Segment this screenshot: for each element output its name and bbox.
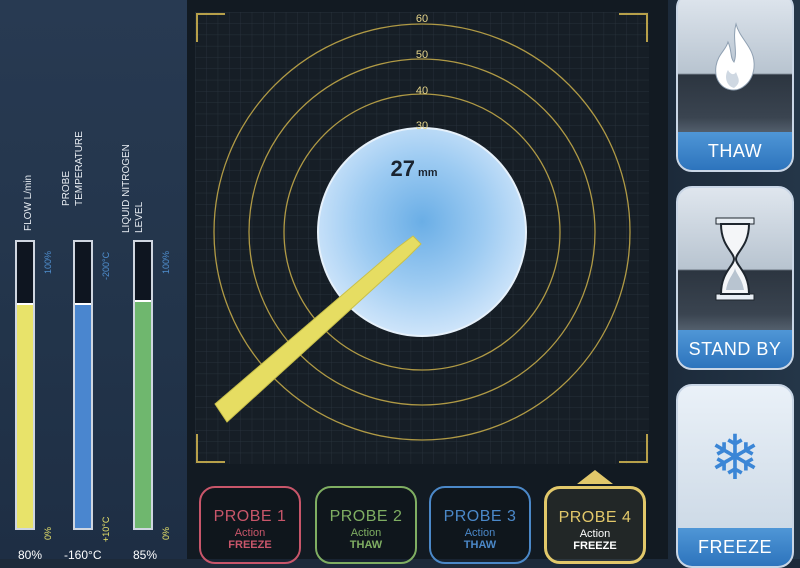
liquid-nitrogen-gauge: LIQUID NITROGEN LEVEL 100% 0% 85% xyxy=(118,0,184,562)
standby-label: STAND BY xyxy=(678,330,792,368)
distance-value: 27 xyxy=(391,156,415,181)
flow-gauge-label: FLOW L/min xyxy=(23,174,34,231)
flow-gauge-max: 100% xyxy=(43,250,53,274)
probe-temperature-gauge: PROBE TEMPERATURE -200°C +10°C -160°C xyxy=(58,0,118,562)
ring-label-30: 30 xyxy=(416,120,428,132)
probe-temperature-track xyxy=(73,240,93,530)
flow-gauge-value: 80% xyxy=(18,548,43,562)
liquid-nitrogen-min: 0% xyxy=(161,526,171,540)
probe-3-mode: THAW xyxy=(463,539,497,551)
flow-gauge-min: 0% xyxy=(43,526,53,540)
liquid-nitrogen-value: 85% xyxy=(133,548,158,562)
liquid-nitrogen-label-line1: LIQUID NITROGEN xyxy=(121,144,132,233)
flow-gauge-track xyxy=(15,240,35,530)
ring-label-40: 40 xyxy=(416,85,428,97)
liquid-nitrogen-track xyxy=(133,240,153,530)
probe-temperature-fill xyxy=(75,302,91,528)
hourglass-icon xyxy=(678,216,792,307)
probe-2-name: PROBE 2 xyxy=(329,508,403,525)
thaw-button[interactable]: THAW xyxy=(676,0,794,172)
probe-2-action-label: Action xyxy=(350,527,382,539)
target-display: 60 50 40 30 27 mm PROBE 1 Action FREEZE … xyxy=(187,0,668,564)
probe-3-button[interactable]: PROBE 3 Action THAW xyxy=(429,486,531,564)
probe-1-name: PROBE 1 xyxy=(213,508,287,525)
gauge-panel: FLOW L/min 100% 0% 80% PROBE TEMPERATURE… xyxy=(0,0,187,562)
probe-temperature-label-line2: TEMPERATURE xyxy=(74,131,85,206)
ring-label-50: 50 xyxy=(416,49,428,61)
ring-label-60: 60 xyxy=(416,13,428,25)
probe-2-mode: THAW xyxy=(349,539,383,551)
probe-1-mode: FREEZE xyxy=(228,539,272,551)
standby-button[interactable]: STAND BY xyxy=(676,186,794,370)
probe-3-name: PROBE 3 xyxy=(443,508,517,525)
liquid-nitrogen-max: 100% xyxy=(161,250,171,274)
probe-selector: PROBE 1 Action FREEZE PROBE 2 Action THA… xyxy=(187,470,668,564)
probe-temperature-max: -200°C xyxy=(101,251,111,280)
freeze-button[interactable]: ❄ FREEZE xyxy=(676,384,794,568)
probe-4-mode: FREEZE xyxy=(573,540,617,552)
probe-1-button[interactable]: PROBE 1 Action FREEZE xyxy=(199,486,301,564)
probe-1-action-label: Action xyxy=(234,527,266,539)
probe-temperature-label-line1: PROBE xyxy=(61,170,72,206)
active-probe-indicator xyxy=(577,470,613,484)
liquid-nitrogen-label-line2: LEVEL xyxy=(134,201,145,233)
liquid-nitrogen-fill xyxy=(135,300,151,528)
snowflake-icon: ❄ xyxy=(709,424,761,493)
distance-unit: mm xyxy=(418,167,438,179)
probe-3-action-label: Action xyxy=(464,527,496,539)
flame-icon xyxy=(678,22,792,97)
probe-4-button[interactable]: PROBE 4 Action FREEZE xyxy=(544,486,646,564)
flow-gauge: FLOW L/min 100% 0% 80% xyxy=(0,0,60,562)
flow-gauge-fill xyxy=(17,302,33,528)
thaw-label: THAW xyxy=(678,132,792,170)
probe-4-name: PROBE 4 xyxy=(558,509,632,526)
probe-temperature-value: -160°C xyxy=(64,548,102,562)
mode-controls: THAW STAND BY ❄ FREEZE xyxy=(668,0,800,568)
probe-temperature-min: +10°C xyxy=(101,516,111,542)
probe-2-button[interactable]: PROBE 2 Action THAW xyxy=(315,486,417,564)
target-grid: 60 50 40 30 27 mm xyxy=(195,12,649,464)
probe-4-action-label: Action xyxy=(579,528,611,540)
freeze-label: FREEZE xyxy=(678,528,792,566)
